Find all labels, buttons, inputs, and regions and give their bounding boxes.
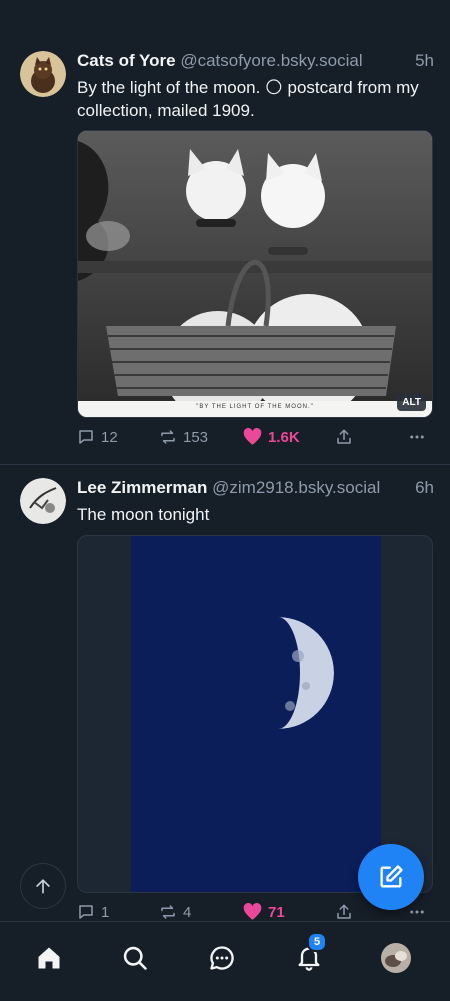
image-caption: "BY THE LIGHT OF THE MOON." [196, 404, 314, 410]
post-image[interactable] [77, 535, 433, 893]
post-text: The moon tonight [77, 505, 210, 524]
like-count: 71 [268, 903, 285, 921]
nav-search[interactable] [115, 938, 155, 978]
bottom-navigation: 5 [0, 921, 450, 1001]
reply-count: 1 [101, 903, 110, 921]
arrow-up-icon [36, 879, 50, 894]
author-handle[interactable]: @zim2918.bsky.social [212, 478, 380, 497]
post-text: By the light of the moon. 🌕 postcard fro… [77, 78, 419, 120]
ellipsis-icon [410, 435, 424, 439]
repost-button[interactable]: 4 [159, 903, 191, 921]
scroll-to-top-button[interactable] [20, 863, 66, 909]
notifications-badge: 5 [307, 932, 327, 952]
share-icon [337, 904, 351, 919]
avatar[interactable] [20, 51, 66, 97]
share-button[interactable] [335, 903, 353, 921]
post-time[interactable]: 5h [415, 51, 434, 71]
post-header: Lee Zimmerman @zim2918.bsky.social 6h [77, 478, 434, 502]
nav-home[interactable] [29, 938, 69, 978]
search-icon [123, 946, 147, 970]
nav-chat[interactable] [202, 938, 242, 978]
like-button[interactable]: 71 [243, 903, 285, 921]
home-icon [38, 947, 60, 969]
ellipsis-icon [410, 910, 424, 914]
author-name[interactable]: Lee Zimmerman [77, 478, 207, 497]
like-count: 1.6K [268, 428, 300, 446]
profile-avatar [381, 943, 411, 973]
post-actions: 12 153 1.6K [77, 428, 433, 450]
avatar[interactable] [20, 478, 66, 524]
repost-icon [161, 430, 175, 444]
reply-count: 12 [101, 428, 118, 446]
share-icon [337, 429, 351, 444]
share-button[interactable] [335, 428, 353, 446]
compose-icon [380, 865, 403, 888]
compose-post-button[interactable] [358, 844, 424, 910]
nav-profile[interactable] [376, 938, 416, 978]
repost-count: 4 [183, 903, 192, 921]
reply-icon [79, 905, 93, 919]
like-button[interactable]: 1.6K [243, 428, 300, 446]
author-name[interactable]: Cats of Yore [77, 51, 176, 70]
reply-icon [79, 430, 93, 444]
chat-icon [210, 946, 234, 970]
heart-icon [243, 428, 262, 445]
alt-badge[interactable]: ALT [397, 394, 426, 411]
post-image[interactable]: "BY THE LIGHT OF THE MOON." ALT [77, 130, 433, 418]
repost-button[interactable]: 153 [159, 428, 208, 446]
post-time[interactable]: 6h [415, 478, 434, 498]
heart-icon [243, 903, 262, 920]
repost-count: 153 [183, 428, 209, 446]
repost-icon [161, 905, 175, 919]
post-divider [0, 464, 450, 465]
reply-button[interactable]: 12 [77, 428, 118, 446]
author-handle[interactable]: @catsofyore.bsky.social [180, 51, 362, 70]
post-header: Cats of Yore @catsofyore.bsky.social 5h [77, 51, 434, 75]
more-options-button[interactable] [407, 903, 427, 921]
nav-notifications[interactable]: 5 [289, 932, 329, 978]
more-options-button[interactable] [407, 428, 427, 446]
reply-button[interactable]: 1 [77, 903, 109, 921]
